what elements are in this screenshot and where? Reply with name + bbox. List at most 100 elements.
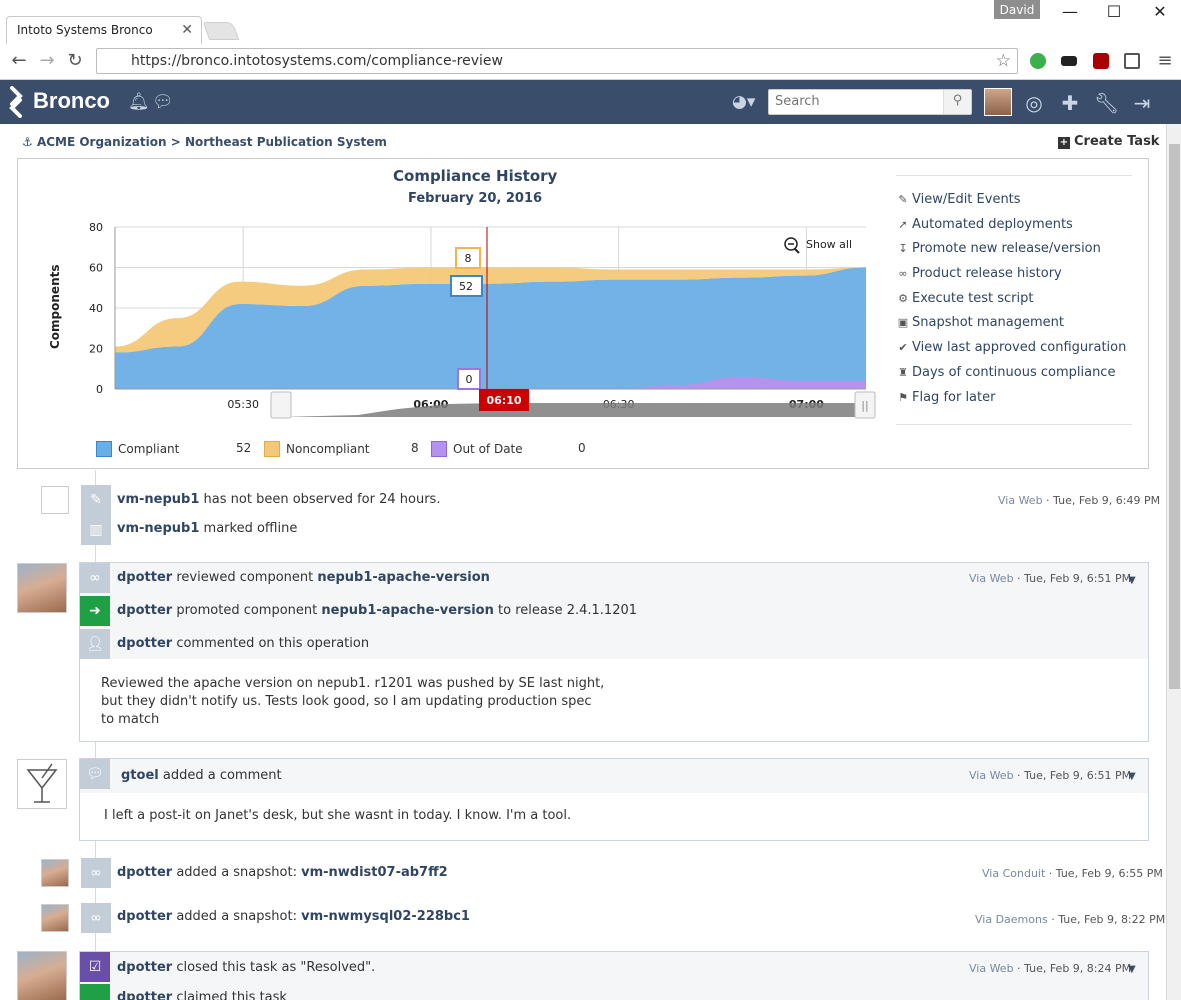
menu-icon[interactable]: ≡: [1154, 50, 1176, 71]
chevron-down-icon[interactable]: ▼: [1128, 964, 1136, 975]
legend-label-noncompliant: Noncompliant: [286, 442, 370, 456]
navigator-grip-icon: ||: [861, 399, 868, 412]
component-link[interactable]: nepub1-apache-version: [317, 570, 490, 585]
host-link[interactable]: vm-nepub1: [117, 521, 199, 536]
action-execute-test-script[interactable]: ⚙ Execute test script: [896, 291, 1132, 316]
browser-tab[interactable]: Intoto Systems Bronco ✕: [6, 16, 202, 44]
extension-mask-icon[interactable]: [1061, 56, 1077, 66]
user-avatar-dpotter[interactable]: [41, 904, 69, 932]
user-link[interactable]: dpotter: [117, 909, 172, 924]
snapshot-link[interactable]: vm-nwmysql02-228bc1: [301, 909, 470, 924]
show-all-button[interactable]: Show all: [784, 237, 852, 254]
action-label: Snapshot management: [912, 315, 1064, 331]
search-icon[interactable]: ⚲: [943, 90, 971, 114]
action-label: Flag for later: [912, 389, 996, 405]
action-automated-deployments[interactable]: ➚ Automated deployments: [896, 217, 1132, 242]
close-tab-icon[interactable]: ✕: [181, 22, 193, 38]
help-lifebuoy-icon[interactable]: ◎: [1022, 91, 1046, 115]
action-continuous-compliance[interactable]: ♜ Days of continuous compliance: [896, 365, 1132, 390]
action-last-approved-config[interactable]: ✔ View last approved configuration: [896, 340, 1132, 365]
user-link[interactable]: dpotter: [117, 960, 172, 975]
globe-dropdown-icon[interactable]: ◕▾: [732, 92, 755, 112]
timestamp: · Tue, Feb 9, 6:51 PM: [1013, 769, 1132, 782]
anchor-icon: ⚓: [22, 135, 37, 149]
tooltip-noncompliant-value: 8: [465, 252, 472, 265]
show-all-label: Show all: [806, 238, 852, 251]
scrollbar-thumb[interactable]: [1169, 144, 1180, 689]
comments-icon[interactable]: 💬︎: [152, 92, 174, 112]
search-input[interactable]: [769, 90, 941, 113]
wrench-icon[interactable]: 🔧︎: [1094, 91, 1119, 115]
create-task-button[interactable]: + Create Task: [1058, 134, 1159, 149]
y-tick-label: 0: [96, 383, 103, 396]
action-label: View last approved configuration: [912, 340, 1127, 356]
maximize-icon[interactable]: ☐: [1102, 2, 1126, 21]
legend-swatch-outofdate: [431, 441, 447, 457]
action-flag-for-later[interactable]: ⚑ Flag for later: [896, 390, 1132, 415]
user-avatar-gtoel[interactable]: [17, 759, 67, 809]
time-navigator[interactable]: ||: [270, 391, 876, 419]
user-avatar-dpotter[interactable]: [41, 859, 69, 887]
user-link[interactable]: dpotter: [117, 990, 172, 1000]
chevron-down-icon[interactable]: ▼: [1128, 575, 1136, 586]
user-avatar-dpotter[interactable]: [17, 563, 67, 613]
rocket-icon: ➚: [898, 217, 908, 231]
app-name[interactable]: Bronco: [33, 88, 110, 114]
action-release-history[interactable]: ∞ Product release history: [896, 266, 1132, 291]
cast-icon[interactable]: [1124, 53, 1140, 69]
snapshot-link[interactable]: vm-nwdist07-ab7ff2: [301, 865, 448, 880]
bell-icon[interactable]: 🔔︎: [128, 92, 150, 112]
extension-green-icon[interactable]: [1030, 53, 1046, 69]
level-down-icon: ↧: [898, 242, 908, 256]
chevron-down-icon[interactable]: ▼: [1128, 771, 1136, 782]
legend-noncompliant[interactable]: Noncompliant: [264, 441, 370, 457]
bookmark-star-icon[interactable]: ☆: [996, 51, 1011, 71]
host-link[interactable]: vm-nepub1: [117, 492, 199, 507]
action-view-edit-events[interactable]: ✎ View/Edit Events: [896, 192, 1132, 217]
component-link[interactable]: nepub1-apache-version: [321, 603, 494, 618]
breadcrumb-text[interactable]: ACME Organization > Northeast Publicatio…: [37, 135, 387, 149]
legend-swatch-noncompliant: [264, 441, 280, 457]
close-window-icon[interactable]: ✕: [1148, 2, 1172, 21]
action-label: Days of continuous compliance: [912, 364, 1116, 380]
navigator-left-handle[interactable]: [270, 391, 292, 419]
compliance-chart[interactable]: 02040608005:3006:0006:3007:00 8 52 0 Sho…: [58, 209, 898, 424]
comment-icon: 💬︎: [80, 759, 110, 789]
action-snapshot-management[interactable]: ▣ Snapshot management: [896, 315, 1132, 340]
event-reviewed: dpotter reviewed component nepub1-apache…: [117, 570, 490, 585]
page-scrollbar[interactable]: [1166, 124, 1181, 1000]
user-link[interactable]: dpotter: [117, 603, 172, 618]
timestamp: · Tue, Feb 9, 8:24 PM: [1013, 962, 1132, 975]
plus-icon[interactable]: ✚: [1058, 91, 1082, 115]
action-promote-release[interactable]: ↧ Promote new release/version: [896, 241, 1132, 266]
user-avatar-dpotter[interactable]: [17, 951, 67, 1000]
event-text: claimed this task: [172, 990, 287, 1000]
tooltip-noncompliant: 8: [455, 247, 481, 269]
ublock-icon[interactable]: [1093, 53, 1109, 69]
event-meta: Via Web · Tue, Feb 9, 6:51 PM: [969, 769, 1131, 782]
url-bar[interactable]: https://bronco.intotosystems.com/complia…: [96, 48, 1018, 74]
via-label: Via Daemons: [975, 913, 1048, 926]
legend-label-compliant: Compliant: [118, 442, 180, 456]
user-plus-icon: 👤︎: [80, 629, 110, 659]
user-link[interactable]: dpotter: [117, 865, 172, 880]
back-icon[interactable]: ←: [8, 50, 30, 71]
user-link[interactable]: gtoel: [121, 768, 159, 783]
tooltip-compliant-value: 52: [459, 280, 473, 293]
user-link[interactable]: dpotter: [117, 570, 172, 585]
action-menu: ✎ View/Edit Events ➚ Automated deployments…: [896, 175, 1132, 426]
user-link[interactable]: dpotter: [117, 636, 172, 651]
sign-out-icon[interactable]: ⇥: [1130, 91, 1154, 115]
new-tab-button[interactable]: [202, 22, 240, 40]
legend-compliant[interactable]: Compliant: [96, 441, 179, 457]
event-text: has not been observed for 24 hours.: [199, 492, 441, 507]
search-box: ⚲: [768, 89, 972, 115]
breadcrumb: ⚓ ACME Organization > Northeast Publicat…: [22, 135, 387, 149]
y-tick-label: 20: [89, 343, 103, 356]
profile-badge[interactable]: David: [994, 0, 1040, 19]
legend-outofdate[interactable]: Out of Date: [431, 441, 523, 457]
reload-icon[interactable]: ↻: [64, 50, 86, 71]
forward-icon[interactable]: →: [36, 50, 58, 71]
user-avatar[interactable]: [984, 88, 1012, 116]
minimize-icon[interactable]: —: [1058, 2, 1082, 21]
